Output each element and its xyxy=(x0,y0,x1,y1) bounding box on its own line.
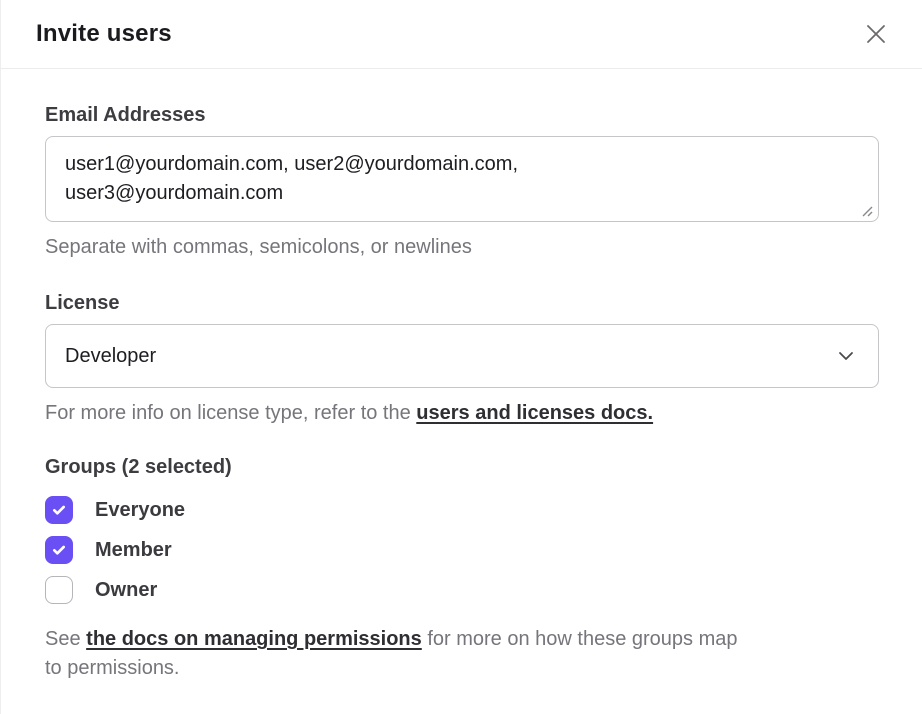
email-section: Email Addresses user1@yourdomain.com, us… xyxy=(45,104,878,262)
member-checkbox[interactable] xyxy=(45,536,73,564)
invite-users-modal: Invite users Email Addresses user1@yourd… xyxy=(0,0,922,714)
license-selected-value: Developer xyxy=(65,345,156,368)
chevron-down-icon xyxy=(838,351,854,361)
email-addresses-input[interactable]: user1@yourdomain.com, user2@yourdomain.c… xyxy=(45,136,879,222)
license-helper-text: For more info on license type, refer to … xyxy=(45,399,878,428)
member-checkbox-label[interactable]: Member xyxy=(95,539,172,562)
groups-section: Groups (2 selected) Everyone Member xyxy=(45,456,878,683)
everyone-checkbox-label[interactable]: Everyone xyxy=(95,499,185,522)
checkmark-icon xyxy=(51,542,67,558)
owner-checkbox[interactable] xyxy=(45,576,73,604)
groups-helper-text: See the docs on managing permissions for… xyxy=(45,625,878,683)
modal-title: Invite users xyxy=(36,20,172,48)
everyone-checkbox[interactable] xyxy=(45,496,73,524)
group-row-member[interactable]: Member xyxy=(45,536,878,564)
groups-helper-suffix-line2: to permissions. xyxy=(45,657,180,679)
modal-body: Email Addresses user1@yourdomain.com, us… xyxy=(1,69,922,683)
owner-checkbox-label[interactable]: Owner xyxy=(95,579,157,602)
email-textarea-wrap: user1@yourdomain.com, user2@yourdomain.c… xyxy=(45,136,878,222)
license-helper-prefix: For more info on license type, refer to … xyxy=(45,402,416,424)
close-icon xyxy=(865,23,887,45)
license-select[interactable]: Developer xyxy=(45,324,879,388)
managing-permissions-docs-link[interactable]: the docs on managing permissions xyxy=(86,628,422,650)
close-button[interactable] xyxy=(860,18,892,50)
groups-helper-suffix-line1: for more on how these groups map xyxy=(422,628,738,650)
users-licenses-docs-link[interactable]: users and licenses docs. xyxy=(416,402,653,424)
group-row-everyone[interactable]: Everyone xyxy=(45,496,878,524)
groups-helper-prefix: See xyxy=(45,628,86,650)
modal-header: Invite users xyxy=(1,0,922,69)
email-helper-text: Separate with commas, semicolons, or new… xyxy=(45,233,878,262)
checkmark-icon xyxy=(51,502,67,518)
groups-label: Groups (2 selected) xyxy=(45,456,878,479)
license-section: License Developer For more info on licen… xyxy=(45,292,878,428)
license-label: License xyxy=(45,292,878,315)
group-row-owner[interactable]: Owner xyxy=(45,576,878,604)
email-addresses-label: Email Addresses xyxy=(45,104,878,127)
